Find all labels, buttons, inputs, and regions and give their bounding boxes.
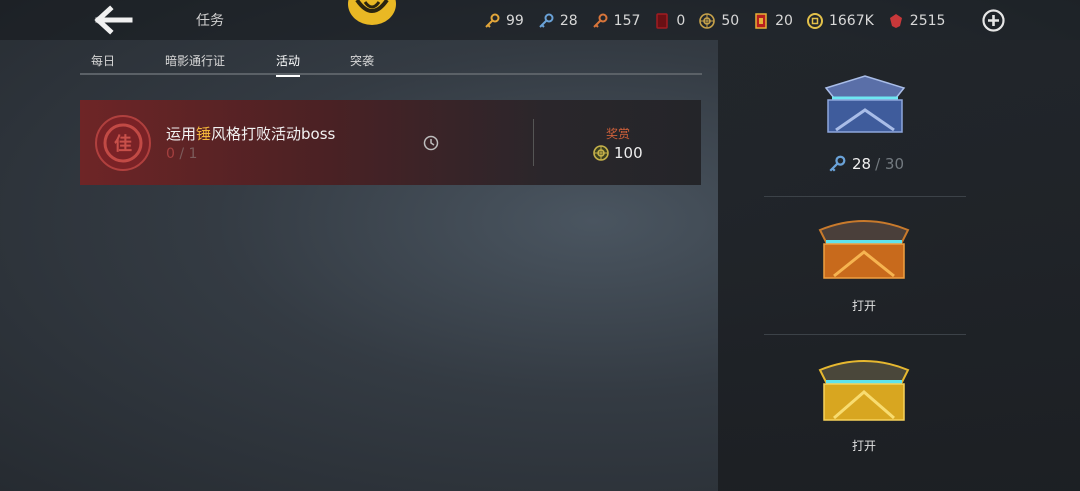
currency-bar: 99 28 157 0 50 20 1667K 2515 [484, 10, 959, 32]
currency-red-gem: 2515 [888, 13, 946, 29]
arrow-left-icon[interactable] [94, 4, 134, 36]
progress-current: 0 [166, 146, 175, 162]
currency-orange-key: 157 [592, 13, 641, 29]
red-badge-icon: 佳 [95, 115, 151, 171]
currency-red-card: 0 [654, 13, 685, 29]
divider [764, 196, 966, 197]
task-title-highlight: 锤 [196, 125, 212, 143]
blue-key-icon [539, 13, 554, 28]
progress-sep: / [179, 146, 185, 162]
blue-key-icon [829, 155, 846, 172]
task-title-prefix: 运用 [166, 125, 197, 143]
top-bar: 任务 99 28 157 0 50 20 1667K 2515 [0, 0, 1080, 40]
progress-total: 1 [188, 146, 198, 162]
page-title: 任务 [196, 13, 224, 29]
reward-value: 100 [593, 144, 643, 162]
open-orange-chest-label[interactable]: 打开 [814, 297, 914, 314]
orange-chest-icon[interactable] [814, 208, 914, 284]
red-gem-icon [889, 14, 902, 28]
currency-gear-coin: 50 [699, 13, 739, 29]
gold-chest-icon[interactable] [814, 346, 914, 426]
currency-value: 99 [506, 13, 524, 29]
clock-icon [423, 135, 439, 151]
tab-shadow-pass[interactable]: 暗影通行证 [165, 52, 225, 69]
chest-panel: 28 / 30 打开 打开 [718, 40, 1080, 491]
currency-gold-coin: 1667K [806, 13, 874, 29]
blue-chest-icon[interactable] [818, 74, 912, 138]
currency-value: 20 [775, 13, 793, 29]
reward-amount: 100 [614, 144, 643, 162]
currency-value: 0 [676, 13, 686, 29]
currency-value: 1667K [828, 13, 874, 29]
reward-label: 奖赏 [606, 127, 631, 141]
gold-key-icon [485, 13, 500, 28]
task-progress: 0 / 1 [166, 146, 197, 162]
currency-value: 2515 [909, 13, 946, 29]
currency-ticket: 20 [753, 13, 793, 29]
currency-blue-key: 28 [538, 13, 578, 29]
currency-value: 50 [721, 13, 740, 29]
ticket-icon [755, 13, 767, 29]
currency-gold-key: 99 [484, 13, 524, 29]
plus-circle-icon[interactable] [982, 9, 1005, 32]
tab-event[interactable]: 活动 [276, 52, 301, 77]
open-gold-chest-label[interactable]: 打开 [814, 437, 914, 454]
red-card-icon [656, 13, 669, 29]
tab-bar: 每日 暗影通行证 活动 突袭 [80, 45, 702, 77]
gear-coin-icon [593, 145, 609, 161]
task-divider [533, 119, 534, 166]
task-title: 运用锤风格打败活动boss [166, 123, 335, 144]
divider [764, 334, 966, 335]
badge-char: 佳 [114, 133, 132, 155]
gold-coin-icon [806, 13, 823, 29]
task-card[interactable]: 佳 运用锤风格打败活动boss 0 / 1 奖赏 100 [80, 100, 701, 185]
currency-value: 157 [613, 13, 641, 29]
gear-coin-icon [699, 13, 716, 29]
task-title-suffix: 风格打败活动boss [211, 125, 336, 143]
gold-emblem-icon [348, 0, 396, 25]
currency-value: 28 [559, 13, 578, 29]
key-max: / 30 [875, 155, 905, 173]
orange-key-icon [592, 13, 608, 28]
key-count: 28 / 30 [828, 155, 904, 173]
tab-daily[interactable]: 每日 [91, 52, 115, 69]
tab-raid[interactable]: 突袭 [350, 52, 374, 69]
key-current: 28 [852, 155, 872, 173]
